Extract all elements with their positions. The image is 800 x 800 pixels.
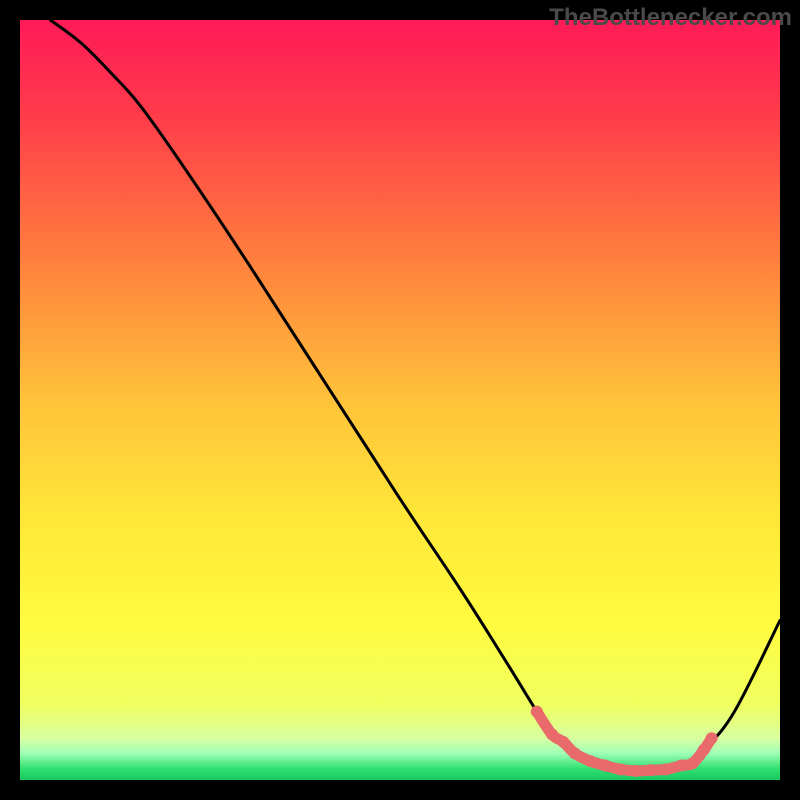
valley-dot [569,747,581,759]
valley-dot [584,755,596,767]
valley-dot [645,764,657,776]
valley-dot [531,706,543,718]
gradient-background [20,20,780,780]
chart-root: TheBottlenecker.com [0,0,800,800]
valley-dot [698,744,710,756]
valley-dot [660,763,672,775]
valley-dot [557,736,569,748]
valley-dot [614,763,626,775]
valley-dot [630,765,642,777]
valley-dot [706,732,718,744]
valley-dot [546,728,558,740]
valley-dot [687,757,699,769]
valley-dot [599,760,611,772]
valley-dot [675,760,687,772]
plot-area [20,20,780,780]
watermark-text: TheBottlenecker.com [549,4,792,32]
chart-svg [20,20,780,780]
